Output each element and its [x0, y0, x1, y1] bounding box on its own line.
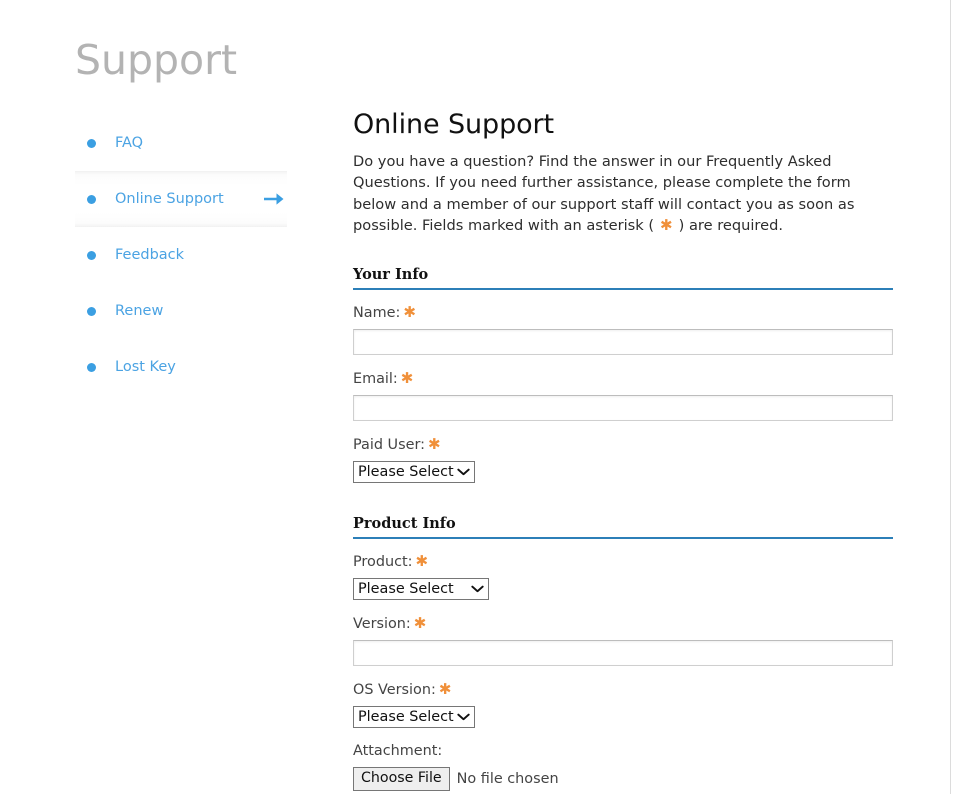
paid-user-select[interactable]: Please Select: [353, 461, 475, 484]
field-label: Product: ✱: [353, 552, 893, 572]
field-label: Email: ✱: [353, 369, 893, 389]
section-product-info: Product Info Product: ✱ Please Select Ver…: [353, 515, 893, 792]
scrollbar-gutter[interactable]: [951, 0, 966, 794]
section-divider: [353, 537, 893, 540]
sidebar-item-faq[interactable]: FAQ: [75, 115, 287, 171]
file-input-row: Choose File No file chosen: [353, 767, 893, 792]
page-title: Support: [75, 36, 238, 84]
arrow-right-icon: [263, 190, 287, 208]
field-label: Paid User: ✱: [353, 435, 893, 455]
field-label-text: OS Version:: [353, 682, 436, 699]
choose-file-button[interactable]: Choose File: [353, 767, 450, 792]
required-asterisk-icon: ✱: [438, 680, 452, 699]
email-input[interactable]: [353, 395, 893, 422]
product-select[interactable]: Please Select: [353, 578, 489, 601]
field-label-text: Name:: [353, 305, 401, 322]
sidebar-item-online-support[interactable]: Online Support: [75, 171, 287, 227]
section-divider: [353, 288, 893, 291]
field-label-text: Email:: [353, 371, 398, 388]
field-product: Product: ✱ Please Select: [353, 552, 893, 601]
section-your-info: Your Info Name: ✱ Email: ✱ Paid User: ✱ Ple…: [353, 266, 893, 484]
main-heading: Online Support: [353, 109, 555, 140]
intro-text-part2: ) are required.: [678, 216, 783, 234]
required-asterisk-icon: ✱: [415, 552, 429, 571]
select-value: Please Select: [358, 464, 454, 481]
field-label: Name: ✱: [353, 303, 893, 323]
field-label: Attachment:: [353, 742, 893, 761]
required-asterisk-icon: ✱: [403, 303, 416, 322]
field-email: Email: ✱: [353, 369, 893, 422]
bullet-icon: [87, 194, 96, 204]
sidebar-item-label: Renew: [115, 303, 164, 319]
chevron-down-icon: [456, 712, 470, 723]
sidebar-item-feedback[interactable]: Feedback: [75, 227, 287, 283]
required-asterisk-icon: ✱: [413, 614, 427, 633]
os-version-select[interactable]: Please Select: [353, 706, 475, 729]
section-title: Product Info: [353, 515, 456, 533]
bullet-icon: [87, 306, 96, 316]
file-status-text: No file chosen: [456, 770, 559, 787]
required-asterisk-icon: ✱: [660, 215, 673, 234]
sidebar-item-label: Feedback: [115, 247, 185, 263]
field-label-text: Paid User:: [353, 437, 425, 454]
field-os-version: OS Version: ✱ Please Select: [353, 680, 893, 729]
field-name: Name: ✱: [353, 303, 893, 356]
support-page: Support FAQ Online Support Feedback Rene…: [0, 0, 948, 794]
sidebar-nav: FAQ Online Support Feedback Renew Lost K…: [75, 115, 287, 395]
version-input[interactable]: [353, 640, 893, 667]
required-asterisk-icon: ✱: [427, 435, 441, 454]
required-asterisk-icon: ✱: [400, 369, 414, 388]
field-paid-user: Paid User: ✱ Please Select: [353, 435, 893, 484]
field-label: Version: ✱: [353, 614, 893, 634]
field-attachment: Attachment: Choose File No file chosen: [353, 742, 893, 792]
chevron-down-icon: [456, 467, 470, 478]
bullet-icon: [87, 138, 96, 148]
sidebar-item-label: Online Support: [115, 191, 224, 207]
select-value: Please Select: [358, 709, 454, 726]
intro-paragraph: Do you have a question? Find the answer …: [353, 151, 893, 236]
page-right-divider: [950, 0, 951, 794]
bullet-icon: [87, 250, 96, 260]
field-label-text: Attachment:: [353, 743, 443, 760]
sidebar-item-renew[interactable]: Renew: [75, 283, 287, 339]
section-title: Your Info: [353, 266, 429, 284]
field-label-text: Product:: [353, 554, 413, 571]
main-content: Online Support Do you have a question? F…: [353, 108, 893, 792]
sidebar-item-lost-key[interactable]: Lost Key: [75, 339, 287, 395]
sidebar-item-label: Lost Key: [115, 359, 176, 375]
sidebar-item-label: FAQ: [115, 135, 144, 151]
bullet-icon: [87, 362, 96, 372]
chevron-down-icon: [470, 584, 484, 595]
select-value: Please Select: [358, 581, 454, 598]
field-label: OS Version: ✱: [353, 680, 893, 700]
field-version: Version: ✱: [353, 614, 893, 667]
field-label-text: Version:: [353, 616, 411, 633]
name-input[interactable]: [353, 329, 893, 356]
